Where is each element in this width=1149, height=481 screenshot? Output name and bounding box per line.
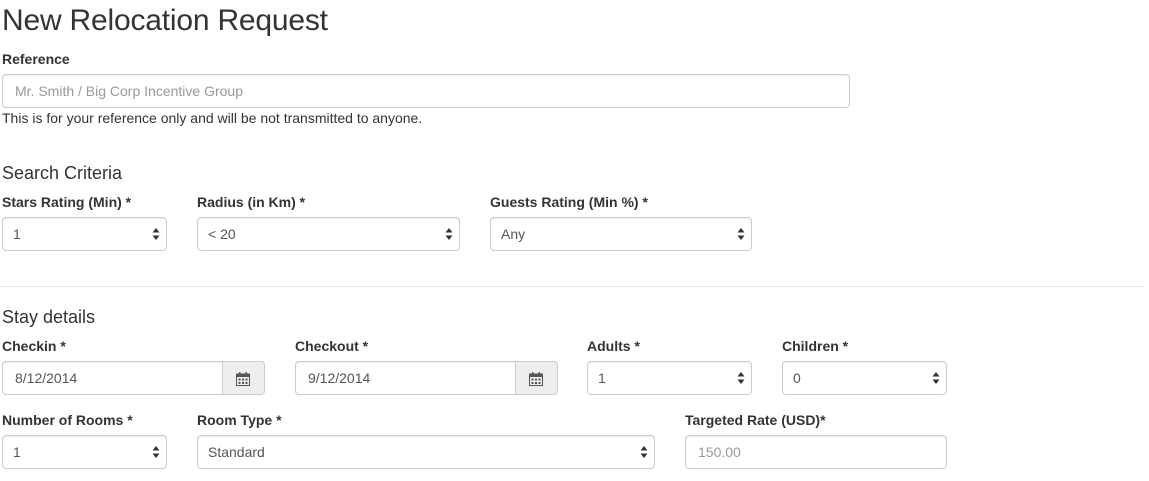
select-arrows-icon: [152, 446, 160, 458]
radius-select[interactable]: < 20: [197, 217, 460, 251]
room-type-select[interactable]: Standard: [197, 435, 655, 469]
radius-value: < 20: [208, 226, 236, 242]
checkin-date-input[interactable]: 8/12/2014: [2, 361, 223, 395]
targeted-rate-label: Targeted Rate (USD)*: [685, 412, 826, 428]
stay-details-heading: Stay details: [2, 307, 96, 327]
section-divider: [0, 286, 1143, 287]
targeted-rate-placeholder: 150.00: [698, 444, 741, 460]
calendar-icon: [529, 372, 543, 386]
checkout-label: Checkout *: [295, 338, 369, 354]
guests-rating-select[interactable]: Any: [490, 217, 752, 251]
select-arrows-icon: [932, 372, 940, 384]
adults-value: 1: [598, 370, 606, 386]
select-arrows-icon: [737, 372, 745, 384]
number-of-rooms-label: Number of Rooms *: [2, 412, 133, 428]
checkout-calendar-button[interactable]: [516, 361, 558, 395]
page-title: New Relocation Request: [2, 4, 328, 37]
room-type-value: Standard: [208, 444, 265, 460]
radius-label: Radius (in Km) *: [197, 194, 306, 210]
calendar-icon: [236, 372, 250, 386]
checkout-date-input[interactable]: 9/12/2014: [295, 361, 516, 395]
stars-rating-select[interactable]: 1: [2, 217, 167, 251]
guests-rating-label: Guests Rating (Min %) *: [490, 194, 648, 210]
adults-label: Adults *: [587, 338, 640, 354]
reference-help-text: This is for your reference only and will…: [2, 110, 423, 126]
stars-rating-label: Stars Rating (Min) *: [2, 194, 132, 210]
search-criteria-heading: Search Criteria: [2, 163, 123, 183]
children-select[interactable]: 0: [782, 361, 947, 395]
reference-placeholder: Mr. Smith / Big Corp Incentive Group: [15, 83, 243, 99]
select-arrows-icon: [737, 228, 745, 240]
room-type-label: Room Type *: [197, 412, 282, 428]
number-of-rooms-value: 1: [13, 444, 21, 460]
adults-select[interactable]: 1: [587, 361, 752, 395]
guests-rating-value: Any: [501, 226, 526, 242]
stars-rating-value: 1: [13, 226, 21, 242]
children-label: Children *: [782, 338, 849, 354]
checkout-date-value: 9/12/2014: [308, 370, 371, 386]
select-arrows-icon: [445, 228, 453, 240]
children-value: 0: [793, 370, 801, 386]
checkin-date-value: 8/12/2014: [15, 370, 78, 386]
checkin-label: Checkin *: [2, 338, 66, 354]
select-arrows-icon: [640, 446, 648, 458]
checkin-calendar-button[interactable]: [223, 361, 265, 395]
select-arrows-icon: [152, 228, 160, 240]
number-of-rooms-select[interactable]: 1: [2, 435, 167, 469]
targeted-rate-input[interactable]: 150.00: [685, 435, 947, 469]
reference-label: Reference: [2, 51, 70, 67]
reference-input[interactable]: Mr. Smith / Big Corp Incentive Group: [2, 74, 850, 108]
